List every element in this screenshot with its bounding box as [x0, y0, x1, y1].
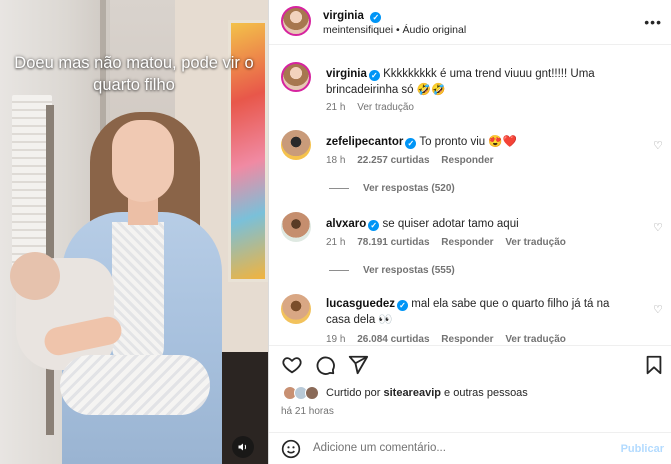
instagram-post: Doeu mas não matou, pode vir o quarto fi…	[0, 0, 671, 464]
reply-link[interactable]: Responder	[441, 155, 493, 166]
comment-meta: 21 h Ver tradução	[326, 102, 423, 113]
post-video[interactable]: Doeu mas não matou, pode vir o quarto fi…	[0, 0, 268, 464]
username-link[interactable]: lucasguedez	[326, 298, 395, 310]
comment-time: 18 h	[326, 155, 346, 166]
reply-link[interactable]: Responder	[441, 334, 493, 345]
comment-meta: 18 h 22.257 curtidas Responder	[326, 155, 503, 166]
speaker-icon[interactable]	[232, 436, 254, 458]
comment-text: se quiser adotar tamo aqui	[382, 218, 519, 230]
replies-label[interactable]: Ver respostas (520)	[363, 183, 455, 194]
heart-icon[interactable]: ♡	[653, 223, 663, 234]
translate-link[interactable]: Ver tradução	[357, 102, 414, 113]
likes-suffix[interactable]: e outras pessoas	[444, 387, 528, 399]
username-link[interactable]: zefelipecantor	[326, 136, 403, 148]
avatar[interactable]	[281, 212, 311, 242]
divider-line	[329, 269, 349, 271]
like-count[interactable]: 22.257 curtidas	[357, 155, 429, 166]
comment-time: 21 h	[326, 237, 346, 248]
woman-face	[112, 120, 174, 202]
liker-username[interactable]: siteareavip	[383, 387, 440, 399]
robe-sleeve	[60, 355, 210, 415]
comment-time: 19 h	[326, 334, 346, 345]
replies-label[interactable]: Ver respostas (555)	[363, 265, 455, 276]
likes-text: Curtido por siteareavip e outras pessoas	[326, 387, 528, 399]
verified-icon: ✓	[368, 70, 380, 81]
comment-body: zefelipecantor ✓ To pronto viu 😍❤️	[326, 134, 626, 150]
more-horizontal-icon[interactable]: •••	[644, 14, 662, 30]
like-count[interactable]: 78.191 curtidas	[357, 237, 429, 248]
likes-summary: Curtido por siteareavip e outras pessoas	[279, 384, 659, 404]
baby-head	[10, 252, 60, 300]
audio-info[interactable]: meintensifiquei • Áudio original	[323, 24, 466, 36]
heart-icon[interactable]: ♡	[653, 141, 663, 152]
comment-body: alvxaro ✓ se quiser adotar tamo aqui	[326, 216, 626, 232]
post-header: virginia ✓ meintensifiquei • Áudio origi…	[269, 0, 671, 45]
post-time: há 21 horas	[281, 406, 334, 417]
robe-lace	[112, 222, 164, 372]
username-link[interactable]: virginia	[326, 68, 367, 80]
comment-icon[interactable]	[314, 354, 336, 376]
avatar[interactable]	[281, 62, 311, 92]
comment-body: virginia ✓ Kkkkkkkkk é uma trend viuuu gn…	[326, 66, 626, 98]
avatar[interactable]	[281, 294, 311, 324]
header-user: virginia ✓	[323, 6, 382, 24]
post-panel: virginia ✓ meintensifiquei • Áudio origi…	[268, 0, 671, 464]
comment-meta: 19 h 26.084 curtidas Responder Ver tradu…	[326, 334, 575, 345]
divider-line	[329, 187, 349, 189]
comment-input[interactable]	[313, 442, 613, 454]
heart-icon[interactable]	[281, 354, 303, 376]
comment-meta: 21 h 78.191 curtidas Responder Ver tradu…	[326, 237, 575, 248]
reply-link[interactable]: Responder	[441, 237, 493, 248]
verified-icon: ✓	[405, 138, 417, 149]
bookmark-icon[interactable]	[643, 354, 665, 376]
like-count[interactable]: 26.084 curtidas	[357, 334, 429, 345]
comment-text: To pronto viu 😍❤️	[419, 136, 518, 148]
username-link[interactable]: virginia	[323, 10, 364, 22]
liker-avatar	[305, 386, 319, 400]
publish-button[interactable]: Publicar	[621, 443, 664, 455]
view-replies-link[interactable]: Ver respostas (520)	[329, 183, 455, 194]
avatar[interactable]	[281, 6, 311, 36]
heart-icon[interactable]: ♡	[653, 305, 663, 316]
avatar[interactable]	[281, 130, 311, 160]
verified-icon: ✓	[368, 220, 380, 231]
comment-time: 21 h	[326, 102, 346, 113]
add-comment-row: Publicar	[269, 432, 671, 464]
emoji-icon[interactable]	[281, 439, 301, 464]
translate-link[interactable]: Ver tradução	[505, 334, 566, 345]
view-replies-link[interactable]: Ver respostas (555)	[329, 265, 455, 276]
likes-prefix: Curtido por	[326, 387, 381, 399]
comment-body: lucasguedez ✓ mal ela sabe que o quarto f…	[326, 296, 626, 328]
video-caption: Doeu mas não matou, pode vir o quarto fi…	[14, 54, 254, 94]
translate-link[interactable]: Ver tradução	[505, 237, 566, 248]
send-icon[interactable]	[347, 354, 369, 376]
action-bar	[269, 345, 671, 383]
verified-icon: ✓	[370, 12, 382, 23]
username-link[interactable]: alvxaro	[326, 218, 366, 230]
verified-icon: ✓	[397, 300, 409, 311]
